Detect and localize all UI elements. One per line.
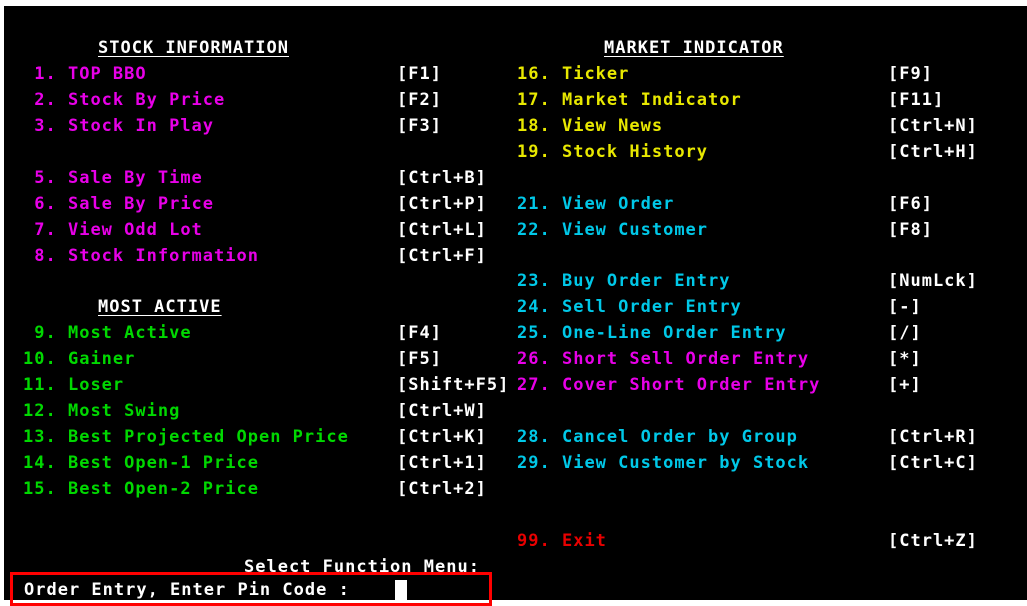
menu-key-2: [F2]	[397, 90, 442, 110]
pin-code-label: Order Entry, Enter Pin Code :	[24, 580, 350, 600]
menu-key-7: [Ctrl+L]	[397, 220, 487, 240]
menu-key-1: [F1]	[397, 64, 442, 84]
menu-key-25: [/]	[888, 323, 922, 343]
menu-key-27: [+]	[888, 375, 922, 395]
menu-key-13: [Ctrl+K]	[397, 427, 487, 447]
menu-item-99-exit[interactable]: 99. Exit	[517, 531, 607, 551]
menu-key-28: [Ctrl+R]	[888, 427, 978, 447]
menu-key-12: [Ctrl+W]	[397, 401, 487, 421]
text-cursor	[395, 580, 407, 600]
stock-information-header: STOCK INFORMATION	[98, 38, 289, 58]
menu-item-5[interactable]: 5. Sale By Time	[23, 168, 203, 188]
menu-key-6: [Ctrl+P]	[397, 194, 487, 214]
menu-item-13[interactable]: 13. Best Projected Open Price	[23, 427, 349, 447]
menu-item-14[interactable]: 14. Best Open-1 Price	[23, 453, 259, 473]
menu-item-3[interactable]: 3. Stock In Play	[23, 116, 214, 136]
menu-item-22[interactable]: 22. View Customer	[517, 220, 708, 240]
menu-key-9: [F4]	[397, 323, 442, 343]
menu-item-18[interactable]: 18. View News	[517, 116, 663, 136]
menu-item-25[interactable]: 25. One-Line Order Entry	[517, 323, 787, 343]
menu-item-23[interactable]: 23. Buy Order Entry	[517, 271, 731, 291]
menu-item-7[interactable]: 7. View Odd Lot	[23, 220, 203, 240]
menu-item-2[interactable]: 2. Stock By Price	[23, 90, 225, 110]
menu-key-14: [Ctrl+1]	[397, 453, 487, 473]
menu-item-12[interactable]: 12. Most Swing	[23, 401, 180, 421]
menu-key-10: [F5]	[397, 349, 442, 369]
menu-key-18: [Ctrl+N]	[888, 116, 978, 136]
menu-key-8: [Ctrl+F]	[397, 246, 487, 266]
menu-key-11: [Shift+F5]	[397, 375, 510, 395]
menu-key-3: [F3]	[397, 116, 442, 136]
menu-item-6[interactable]: 6. Sale By Price	[23, 194, 214, 214]
menu-item-16[interactable]: 16. Ticker	[517, 64, 629, 84]
menu-item-9[interactable]: 9. Most Active	[23, 323, 192, 343]
menu-key-99: [Ctrl+Z]	[888, 531, 978, 551]
menu-key-19: [Ctrl+H]	[888, 142, 978, 162]
menu-item-8[interactable]: 8. Stock Information	[23, 246, 259, 266]
menu-key-29: [Ctrl+C]	[888, 453, 978, 473]
menu-key-22: [F8]	[888, 220, 933, 240]
menu-key-26: [*]	[888, 349, 922, 369]
most-active-header: MOST ACTIVE	[98, 297, 222, 317]
menu-key-17: [F11]	[888, 90, 945, 110]
menu-item-1[interactable]: 1. TOP BBO	[23, 64, 147, 84]
menu-item-24[interactable]: 24. Sell Order Entry	[517, 297, 742, 317]
menu-item-10[interactable]: 10. Gainer	[23, 349, 135, 369]
menu-item-11[interactable]: 11. Loser	[23, 375, 124, 395]
menu-key-16: [F9]	[888, 64, 933, 84]
menu-item-28[interactable]: 28. Cancel Order by Group	[517, 427, 798, 447]
market-indicator-header: MARKET INDICATOR	[604, 38, 784, 58]
menu-item-26[interactable]: 26. Short Sell Order Entry	[517, 349, 809, 369]
terminal-window: STOCK INFORMATION MARKET INDICATOR MOST …	[0, 0, 1027, 606]
menu-item-15[interactable]: 15. Best Open-2 Price	[23, 479, 259, 499]
menu-item-17[interactable]: 17. Market Indicator	[517, 90, 742, 110]
menu-key-24: [-]	[888, 297, 922, 317]
menu-item-27[interactable]: 27. Cover Short Order Entry	[517, 375, 820, 395]
menu-item-21[interactable]: 21. View Order	[517, 194, 674, 214]
menu-key-5: [Ctrl+B]	[397, 168, 487, 188]
menu-item-29[interactable]: 29. View Customer by Stock	[517, 453, 809, 473]
menu-key-21: [F6]	[888, 194, 933, 214]
menu-key-23: [NumLck]	[888, 271, 978, 291]
menu-key-15: [Ctrl+2]	[397, 479, 487, 499]
menu-item-19[interactable]: 19. Stock History	[517, 142, 708, 162]
